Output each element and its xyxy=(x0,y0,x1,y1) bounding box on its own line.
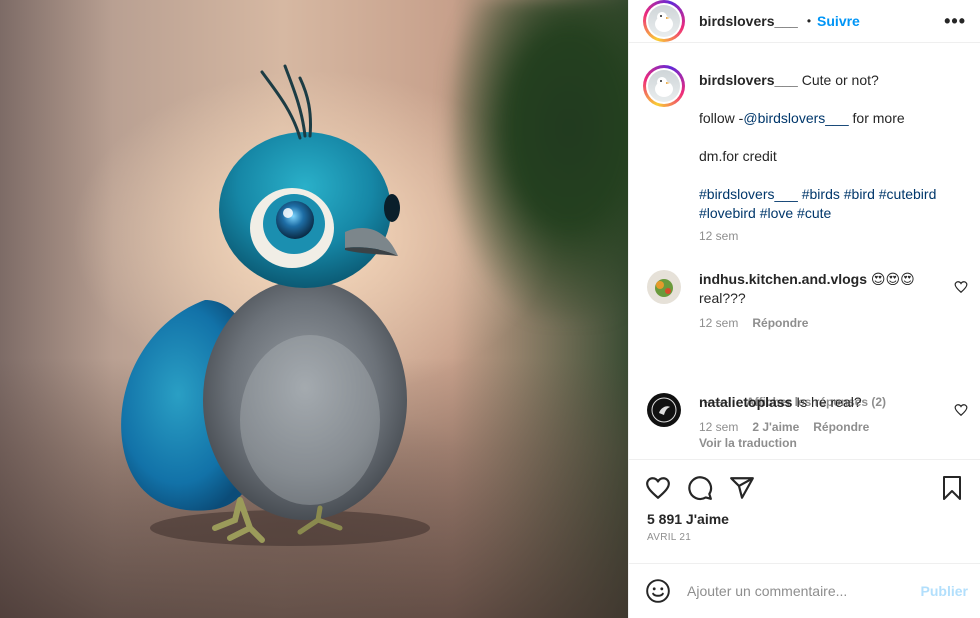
bookmark-icon[interactable] xyxy=(940,475,964,501)
comment-like-icon[interactable] xyxy=(954,280,968,294)
commenter-avatar[interactable] xyxy=(647,270,681,304)
comment-timestamp[interactable]: 12 sem xyxy=(699,316,738,330)
post-image[interactable] xyxy=(0,0,628,618)
caption-author-avatar[interactable] xyxy=(643,65,685,107)
publish-button[interactable]: Publier xyxy=(921,583,968,599)
comment-text: Is he real? xyxy=(796,394,862,410)
caption-timestamp[interactable]: 12 sem xyxy=(699,229,968,243)
hashtags-line-2[interactable]: #lovebird #love #cute xyxy=(699,204,968,223)
caption-mention-link[interactable]: @birdslovers___ xyxy=(743,110,848,126)
comment-like-icon[interactable] xyxy=(954,403,968,417)
bird-avatar-icon xyxy=(655,12,673,32)
peacock-chick-illustration xyxy=(121,64,430,546)
translate-button[interactable]: Voir la traduction xyxy=(699,436,938,450)
post-header: birdslovers___ • Suivre ••• xyxy=(629,0,980,43)
caption-credit: dm.for credit xyxy=(699,148,777,164)
post-date: AVRIL 21 xyxy=(647,532,692,543)
comment-likes-count[interactable]: 2 J'aime xyxy=(752,420,799,434)
author-username[interactable]: birdslovers___ xyxy=(699,13,798,29)
bird-logo-avatar-icon xyxy=(647,393,681,427)
heart-icon[interactable] xyxy=(645,475,671,501)
likes-count[interactable]: 5 891 J'aime xyxy=(647,511,729,527)
follow-button[interactable]: Suivre xyxy=(817,13,860,29)
commenter-avatar[interactable] xyxy=(647,393,681,427)
comment-icon[interactable] xyxy=(687,475,713,501)
add-comment-bar: Publier xyxy=(629,563,980,618)
caption-text: Cute or not? xyxy=(801,72,879,88)
bird-avatar-icon xyxy=(655,77,673,97)
more-options-icon[interactable]: ••• xyxy=(944,11,966,32)
plant-avatar-icon xyxy=(647,270,681,304)
caption-follow-suffix: for more xyxy=(848,110,905,126)
smiley-icon[interactable] xyxy=(645,578,671,604)
post-modal: birdslovers___ • Suivre ••• birdslovers_… xyxy=(0,0,980,618)
post-sidebar: birdslovers___ • Suivre ••• birdslovers_… xyxy=(628,0,980,618)
author-avatar[interactable] xyxy=(643,0,685,42)
separator-dot: • xyxy=(806,14,812,28)
comments-section: birdslovers___ Cute or not? follow -@bir… xyxy=(629,43,980,459)
caption-username[interactable]: birdslovers___ xyxy=(699,72,798,88)
reply-button[interactable]: Répondre xyxy=(813,420,869,434)
caption-follow-prefix: follow - xyxy=(699,110,744,126)
comment-username[interactable]: natalietoplass xyxy=(699,394,792,410)
comment-input[interactable] xyxy=(687,583,921,599)
hashtags-line-1[interactable]: #birdslovers___ #birds #bird #cutebird xyxy=(699,185,968,204)
reply-button[interactable]: Répondre xyxy=(752,316,808,330)
comment-timestamp[interactable]: 12 sem xyxy=(699,420,738,434)
comment-username[interactable]: indhus.kitchen.and.vlogs xyxy=(699,271,867,287)
comment-text: real??? xyxy=(699,290,746,306)
send-icon[interactable] xyxy=(729,475,755,501)
post-actions: 5 891 J'aime AVRIL 21 xyxy=(629,459,980,563)
comment-emoji: 😍😍😍 xyxy=(870,271,915,287)
